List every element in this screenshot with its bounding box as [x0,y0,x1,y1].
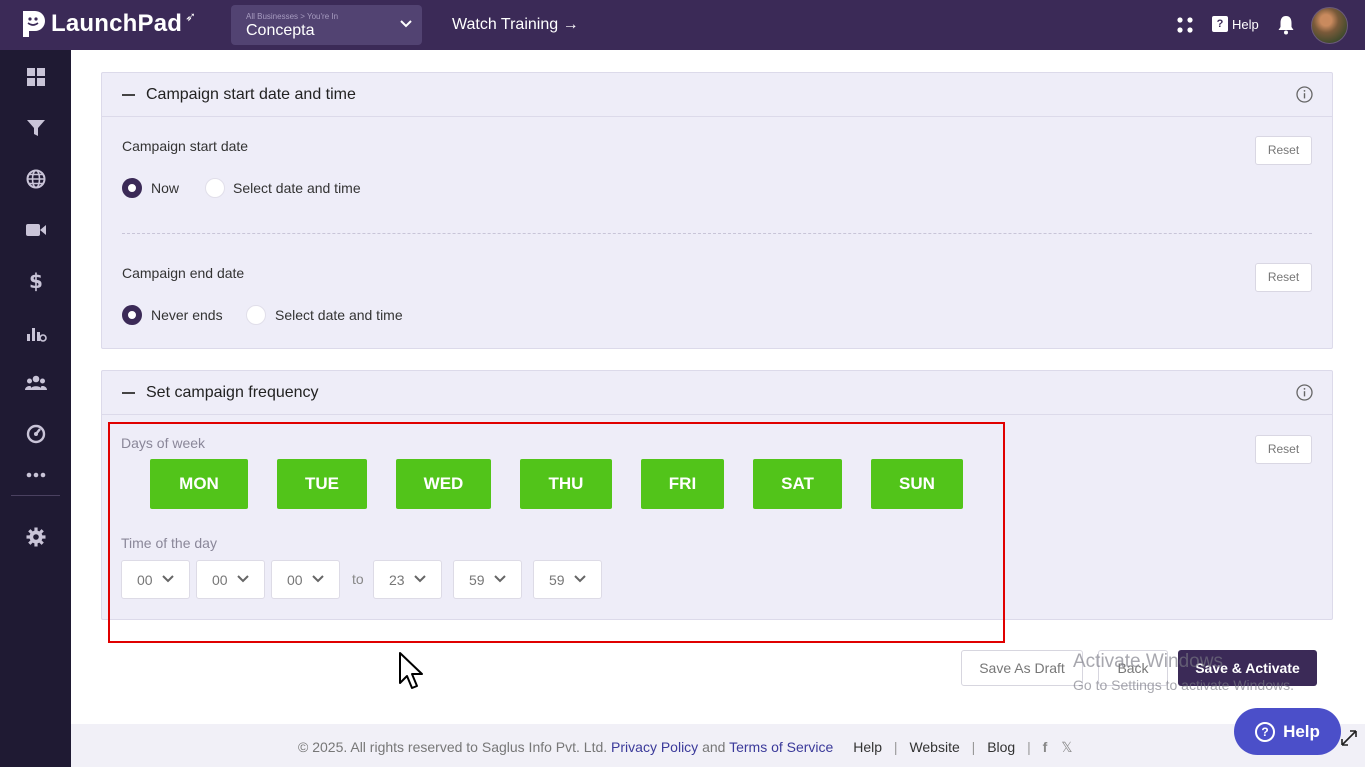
business-sublabel: All Businesses > You're In [246,12,339,21]
reset-frequency-button[interactable]: Reset [1255,435,1312,464]
panel-title: Campaign start date and time [146,86,356,103]
facebook-icon[interactable]: f [1043,739,1048,755]
separator: | [893,739,898,755]
panel-title: Set campaign frequency [146,384,319,401]
business-selector[interactable]: All Businesses > You're In Concepta [231,5,422,45]
dashboard-icon[interactable] [24,65,48,89]
campaign-start-panel: Campaign start date and time Campaign st… [101,72,1333,349]
separator: | [971,739,976,755]
help-icon: ? [1212,16,1228,32]
mouse-cursor-icon [399,652,423,689]
collapse-icon[interactable] [122,392,135,394]
radio-start-now-label: Now [151,180,180,196]
more-icon[interactable] [24,463,48,487]
bell-icon[interactable] [1277,15,1295,35]
radio-start-select-date[interactable] [205,178,225,198]
privacy-policy-link[interactable]: Privacy Policy [611,739,698,755]
and-text: and [702,739,726,755]
footer-text: © 2025. All rights reserved to Saglus In… [298,739,1072,756]
analytics-icon[interactable] [24,321,48,345]
radio-end-select-date-label: Select date and time [275,307,403,323]
panel-header[interactable]: Set campaign frequency [102,371,1332,415]
sidebar-divider [11,495,60,496]
funnel-icon[interactable] [24,116,48,140]
divider [122,233,1312,234]
chevron-down-icon [400,20,412,28]
radio-start-select-date-label: Select date and time [233,180,361,196]
activate-windows-subtext: Go to Settings to activate Windows. [1073,677,1294,693]
save-draft-button[interactable]: Save As Draft [961,650,1083,686]
avatar[interactable] [1311,7,1348,44]
globe-icon[interactable] [24,167,48,191]
reset-start-button[interactable]: Reset [1255,136,1312,165]
video-icon[interactable] [24,218,48,242]
rocket-icon: ➶ [185,9,197,24]
highlight-box [108,422,1005,643]
header-help-button[interactable]: ? Help [1212,16,1259,32]
watch-training-link[interactable]: Watch Training → [452,16,579,34]
footer-website-link[interactable]: Website [909,739,959,755]
logo[interactable]: LaunchPad ➶ [20,9,196,39]
business-name: Concepta [246,22,315,39]
main-content: Campaign start date and time Campaign st… [71,50,1365,767]
settings-icon[interactable] [24,525,48,549]
end-date-label: Campaign end date [122,265,245,281]
logo-mark-icon [23,11,45,37]
app-name: LaunchPad [51,10,183,37]
sidebar: $ [0,50,71,767]
apps-grid-icon[interactable] [1175,15,1195,35]
activate-windows-watermark: Activate Windows [1073,651,1223,672]
resize-icon[interactable] [1339,728,1359,748]
header-help-label: Help [1232,16,1259,32]
footer-blog-link[interactable]: Blog [987,739,1015,755]
separator: | [1027,739,1031,755]
floating-help-button[interactable]: ? Help [1234,708,1341,755]
info-icon[interactable] [1296,86,1313,103]
help-circle-icon: ? [1255,721,1276,742]
users-icon[interactable] [24,371,48,395]
gauge-icon[interactable] [24,422,48,446]
radio-never-ends[interactable] [122,305,142,325]
footer: © 2025. All rights reserved to Saglus In… [71,724,1365,767]
radio-never-ends-label: Never ends [151,307,223,323]
reset-end-button[interactable]: Reset [1255,263,1312,292]
x-twitter-icon[interactable]: 𝕏 [1061,739,1072,755]
dollar-icon[interactable]: $ [24,269,48,293]
radio-start-now[interactable] [122,178,142,198]
radio-end-select-date[interactable] [246,305,266,325]
copyright: © 2025. All rights reserved to Saglus In… [298,739,608,755]
info-icon[interactable] [1296,384,1313,401]
terms-of-service-link[interactable]: Terms of Service [729,739,833,755]
footer-help-link[interactable]: Help [853,739,882,755]
top-bar: LaunchPad ➶ All Businesses > You're In C… [0,0,1365,50]
panel-header[interactable]: Campaign start date and time [102,73,1332,117]
collapse-icon[interactable] [122,94,135,96]
floating-help-label: Help [1283,721,1320,741]
start-date-label: Campaign start date [122,138,249,154]
